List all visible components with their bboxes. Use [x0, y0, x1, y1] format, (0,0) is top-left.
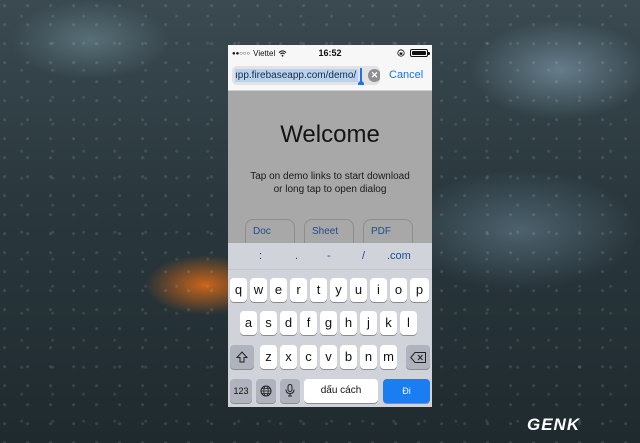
- shortcut-dotcom[interactable]: .com: [387, 250, 411, 262]
- key-t[interactable]: t: [310, 278, 327, 302]
- keyboard: : . - / .com q w e r t y u i o p a s d f…: [228, 243, 432, 407]
- shift-icon: [235, 351, 249, 363]
- orientation-lock-icon: [397, 49, 405, 57]
- key-c[interactable]: c: [300, 345, 317, 369]
- key-j[interactable]: j: [360, 311, 377, 335]
- key-l[interactable]: l: [400, 311, 417, 335]
- page-content: Welcome Tap on demo links to start downl…: [228, 91, 432, 253]
- key-d[interactable]: d: [280, 311, 297, 335]
- key-i[interactable]: i: [370, 278, 387, 302]
- key-e[interactable]: e: [270, 278, 287, 302]
- key-u[interactable]: u: [350, 278, 367, 302]
- key-a[interactable]: a: [240, 311, 257, 335]
- keyboard-shortcut-bar: : . - / .com: [228, 243, 432, 270]
- key-f[interactable]: f: [300, 311, 317, 335]
- clear-icon[interactable]: ✕: [368, 69, 380, 82]
- key-v[interactable]: v: [320, 345, 337, 369]
- subtitle-line-1: Tap on demo links to start download: [250, 171, 410, 182]
- cancel-button[interactable]: Cancel: [389, 69, 423, 81]
- key-r[interactable]: r: [290, 278, 307, 302]
- mic-key[interactable]: [280, 379, 300, 403]
- delete-key[interactable]: [406, 345, 430, 369]
- shortcut-dot[interactable]: .: [295, 250, 298, 262]
- key-h[interactable]: h: [340, 311, 357, 335]
- key-q[interactable]: q: [230, 278, 247, 302]
- url-text: ıpp.firebaseapp.com/demo/: [235, 69, 359, 82]
- text-cursor[interactable]: [358, 68, 364, 85]
- key-z[interactable]: z: [260, 345, 277, 369]
- url-input[interactable]: ıpp.firebaseapp.com/demo/ ✕: [232, 66, 380, 85]
- key-x[interactable]: x: [280, 345, 297, 369]
- numbers-key[interactable]: 123: [230, 379, 252, 403]
- key-p[interactable]: p: [410, 278, 429, 302]
- key-n[interactable]: n: [360, 345, 377, 369]
- address-bar: ıpp.firebaseapp.com/demo/ ✕ Cancel: [228, 62, 432, 91]
- key-b[interactable]: b: [340, 345, 357, 369]
- key-k[interactable]: k: [380, 311, 397, 335]
- space-key[interactable]: dấu cách: [304, 379, 378, 403]
- key-o[interactable]: o: [390, 278, 407, 302]
- status-bar: ●●○○○ Viettel 16:52: [228, 45, 432, 62]
- globe-icon: [260, 385, 272, 397]
- backspace-icon: [410, 352, 426, 363]
- battery-icon: [410, 49, 430, 57]
- shortcut-dash[interactable]: -: [327, 250, 331, 262]
- microphone-icon: [285, 384, 295, 397]
- globe-key[interactable]: [256, 379, 276, 403]
- subtitle-line-2: or long tap to open dialog: [273, 184, 387, 195]
- key-g[interactable]: g: [320, 311, 337, 335]
- key-s[interactable]: s: [260, 311, 277, 335]
- page-subtitle: Tap on demo links to start download or l…: [228, 170, 432, 196]
- page-title: Welcome: [280, 121, 380, 148]
- key-y[interactable]: y: [330, 278, 347, 302]
- key-w[interactable]: w: [250, 278, 267, 302]
- shortcut-colon[interactable]: :: [259, 250, 262, 262]
- key-m[interactable]: m: [380, 345, 397, 369]
- shift-key[interactable]: [230, 345, 254, 369]
- genk-watermark: GENK: [527, 415, 581, 434]
- phone-screen: ●●○○○ Viettel 16:52 ıpp.firebaseapp.com/…: [228, 45, 432, 407]
- go-key[interactable]: Đi: [383, 379, 430, 403]
- shortcut-slash[interactable]: /: [362, 250, 365, 262]
